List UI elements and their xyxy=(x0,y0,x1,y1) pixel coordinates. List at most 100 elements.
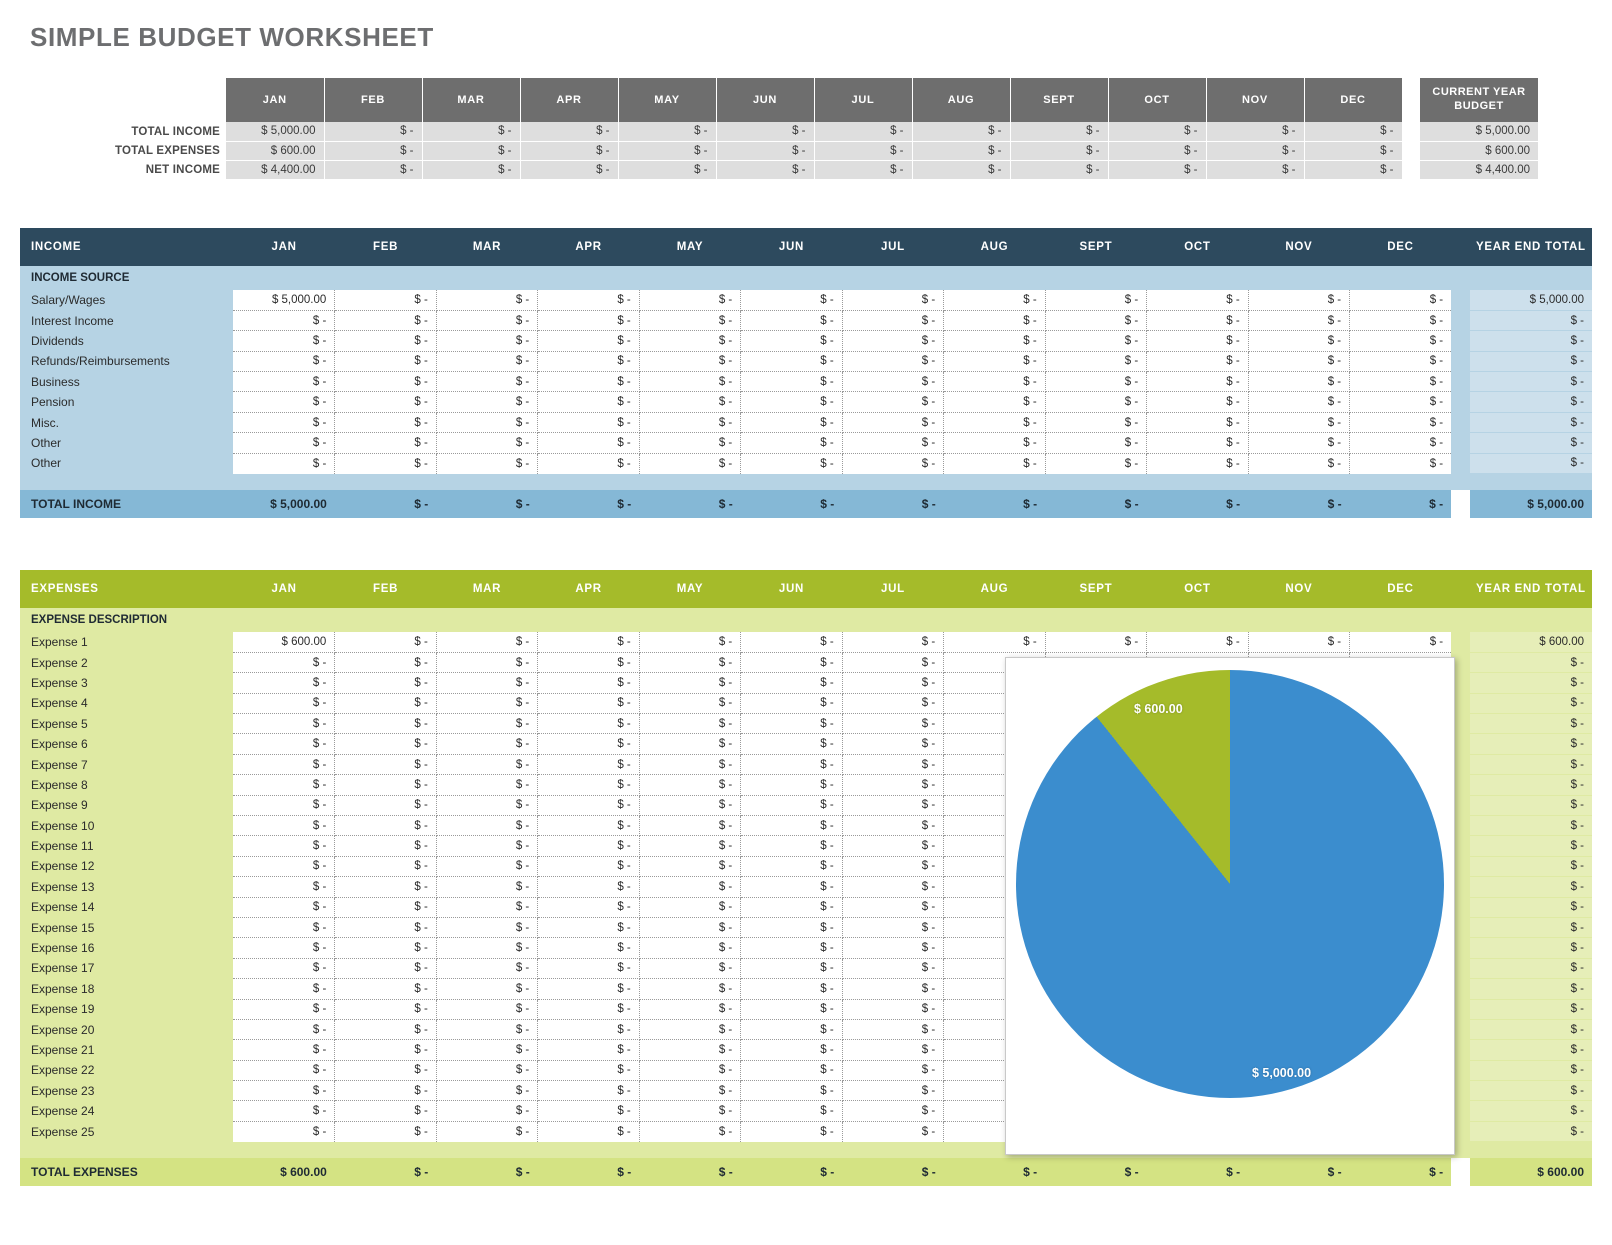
expense-row-cell[interactable]: $ - xyxy=(436,673,537,693)
income-row-cell[interactable]: $ - xyxy=(1248,351,1349,371)
income-row-cell[interactable]: $ - xyxy=(233,412,334,432)
expense-row-cell[interactable]: $ - xyxy=(538,673,639,693)
expense-row-year-end-total[interactable]: $ - xyxy=(1470,775,1592,795)
expense-row-cell[interactable]: $ - xyxy=(639,1101,740,1121)
expense-row-cell[interactable]: $ - xyxy=(639,693,740,713)
income-row-cell[interactable]: $ - xyxy=(1248,290,1349,310)
expense-row-cell[interactable]: $ - xyxy=(842,836,943,856)
summary-cell[interactable]: $ - xyxy=(814,160,912,179)
income-row-cell[interactable]: $ - xyxy=(1045,392,1146,412)
expense-row-cell[interactable]: $ - xyxy=(842,714,943,734)
expense-row-cell[interactable]: $ - xyxy=(538,1060,639,1080)
income-row-cell[interactable]: $ - xyxy=(944,412,1045,432)
income-row-cell[interactable]: $ - xyxy=(842,433,943,453)
expense-row-cell[interactable]: $ - xyxy=(233,917,334,937)
income-row-cell[interactable]: $ - xyxy=(944,331,1045,351)
expense-row-year-end-total[interactable]: $ - xyxy=(1470,1019,1592,1039)
income-row-cell[interactable]: $ - xyxy=(1350,351,1451,371)
income-row-year-end-total[interactable]: $ - xyxy=(1470,392,1592,412)
expense-row-year-end-total[interactable]: $ - xyxy=(1470,816,1592,836)
income-row-year-end-total[interactable]: $ 5,000.00 xyxy=(1470,290,1592,310)
income-row-cell[interactable]: $ - xyxy=(741,433,842,453)
summary-cell[interactable]: $ - xyxy=(1108,160,1206,179)
expense-row-cell[interactable]: $ - xyxy=(639,856,740,876)
expense-row-cell[interactable]: $ - xyxy=(741,1081,842,1101)
expense-row-cell[interactable]: $ - xyxy=(741,632,842,652)
expense-row-cell[interactable]: $ - xyxy=(436,795,537,815)
summary-cell[interactable]: $ - xyxy=(618,141,716,160)
summary-cell[interactable]: $ - xyxy=(814,122,912,141)
expense-row-cell[interactable]: $ - xyxy=(538,877,639,897)
expense-row-cell[interactable]: $ - xyxy=(436,1040,537,1060)
income-row-label[interactable]: Misc. xyxy=(20,412,233,432)
income-row-cell[interactable]: $ - xyxy=(944,392,1045,412)
income-row-cell[interactable]: $ - xyxy=(538,351,639,371)
expense-row-cell[interactable]: $ - xyxy=(842,958,943,978)
expense-row-cell[interactable]: $ - xyxy=(842,917,943,937)
expense-row-cell[interactable]: $ - xyxy=(335,1019,436,1039)
expense-row-label[interactable]: Expense 20 xyxy=(20,1019,233,1039)
income-row-cell[interactable]: $ - xyxy=(741,412,842,432)
income-row-cell[interactable]: $ - xyxy=(335,392,436,412)
income-row-cell[interactable]: $ - xyxy=(538,310,639,330)
income-row-label[interactable]: Business xyxy=(20,372,233,392)
income-row-cell[interactable]: $ - xyxy=(538,433,639,453)
expense-row-label[interactable]: Expense 8 xyxy=(20,775,233,795)
expense-row-cell[interactable]: $ - xyxy=(741,754,842,774)
expense-row-cell[interactable]: $ - xyxy=(233,1101,334,1121)
expense-row-cell[interactable]: $ - xyxy=(639,897,740,917)
expense-row-cell[interactable]: $ - xyxy=(639,836,740,856)
expense-row-cell[interactable]: $ - xyxy=(639,775,740,795)
summary-cell[interactable]: $ - xyxy=(1010,160,1108,179)
income-row-cell[interactable]: $ - xyxy=(944,310,1045,330)
expense-row-cell[interactable]: $ - xyxy=(842,632,943,652)
income-row-label[interactable]: Other xyxy=(20,433,233,453)
expense-row-cell[interactable]: $ - xyxy=(538,714,639,734)
expense-row-year-end-total[interactable]: $ - xyxy=(1470,754,1592,774)
expense-row-year-end-total[interactable]: $ - xyxy=(1470,673,1592,693)
expense-row-cell[interactable]: $ - xyxy=(842,999,943,1019)
expense-row-cell[interactable]: $ - xyxy=(538,856,639,876)
income-row-cell[interactable]: $ - xyxy=(436,351,537,371)
income-row-cell[interactable]: $ - xyxy=(741,310,842,330)
expense-row-cell[interactable]: $ - xyxy=(436,714,537,734)
income-row-cell[interactable]: $ - xyxy=(1045,433,1146,453)
income-row-year-end-total[interactable]: $ - xyxy=(1470,453,1592,473)
expense-row-cell[interactable]: $ - xyxy=(233,1060,334,1080)
expense-row-label[interactable]: Expense 17 xyxy=(20,958,233,978)
summary-cell[interactable]: $ - xyxy=(618,122,716,141)
income-row-cell[interactable]: $ - xyxy=(842,453,943,473)
expense-row-cell[interactable]: $ - xyxy=(842,877,943,897)
expense-row-cell[interactable]: $ - xyxy=(639,734,740,754)
income-row-label[interactable]: Other xyxy=(20,453,233,473)
income-row-cell[interactable]: $ - xyxy=(639,310,740,330)
expense-row-cell[interactable]: $ - xyxy=(741,652,842,672)
income-row-cell[interactable]: $ - xyxy=(335,372,436,392)
expense-row-cell[interactable]: $ - xyxy=(335,917,436,937)
income-row-cell[interactable]: $ - xyxy=(1350,290,1451,310)
expense-row-cell[interactable]: $ - xyxy=(335,999,436,1019)
expense-row-cell[interactable]: $ - xyxy=(233,836,334,856)
income-row-cell[interactable]: $ - xyxy=(1350,433,1451,453)
summary-cell[interactable]: $ - xyxy=(716,160,814,179)
income-row-cell[interactable]: $ - xyxy=(436,372,537,392)
income-row-cell[interactable]: $ - xyxy=(1248,392,1349,412)
expense-row-label[interactable]: Expense 16 xyxy=(20,938,233,958)
income-row-cell[interactable]: $ - xyxy=(233,310,334,330)
income-row-cell[interactable]: $ - xyxy=(1147,290,1248,310)
expense-row-cell[interactable]: $ - xyxy=(842,1060,943,1080)
expense-row-cell[interactable]: $ - xyxy=(233,673,334,693)
expense-row-cell[interactable]: $ - xyxy=(741,958,842,978)
expense-row-cell[interactable]: $ - xyxy=(335,795,436,815)
summary-cell[interactable]: $ - xyxy=(1206,122,1304,141)
expense-row-cell[interactable]: $ - xyxy=(741,877,842,897)
expense-row-label[interactable]: Expense 25 xyxy=(20,1121,233,1141)
expense-row-cell[interactable]: $ - xyxy=(538,816,639,836)
expense-row-cell[interactable]: $ - xyxy=(842,693,943,713)
expense-row-cell[interactable]: $ - xyxy=(639,1040,740,1060)
expense-row-cell[interactable]: $ - xyxy=(436,754,537,774)
expense-row-cell[interactable]: $ - xyxy=(741,1040,842,1060)
income-row-year-end-total[interactable]: $ - xyxy=(1470,433,1592,453)
expense-row-cell[interactable]: $ - xyxy=(233,979,334,999)
expense-row-cell[interactable]: $ - xyxy=(639,877,740,897)
